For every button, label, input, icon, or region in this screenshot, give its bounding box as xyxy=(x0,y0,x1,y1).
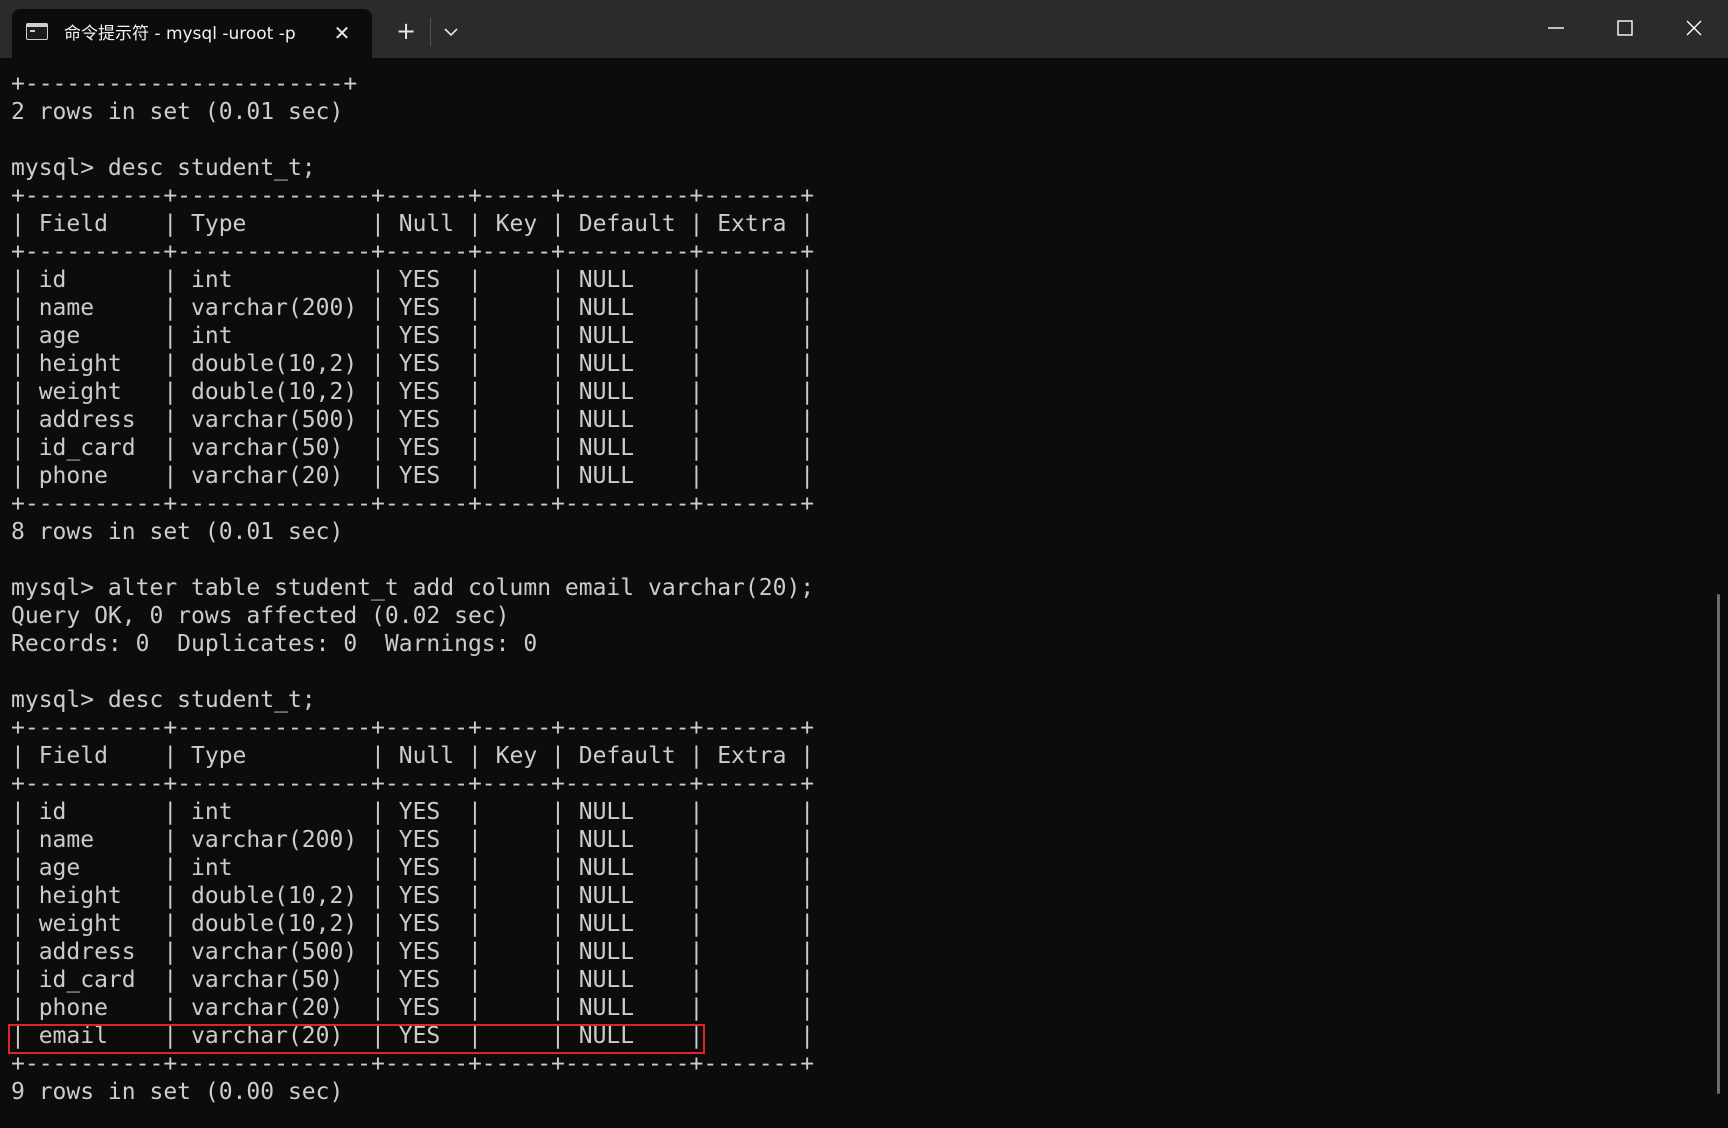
maximize-icon xyxy=(1617,20,1633,36)
console-line: +----------+--------------+------+-----+… xyxy=(11,715,815,741)
console-line: | age | int | YES | | NULL | | xyxy=(11,323,815,349)
console-line: +----------+--------------+------+-----+… xyxy=(11,239,815,265)
close-button[interactable] xyxy=(1674,8,1714,48)
tab-command-prompt[interactable]: 命令提示符 - mysql -uroot -p ✕ xyxy=(12,9,372,58)
console-line: | Field | Type | Null | Key | Default | … xyxy=(11,743,815,769)
console-line: | height | double(10,2) | YES | | NULL |… xyxy=(11,883,815,909)
console-line: +----------+--------------+------+-----+… xyxy=(11,1051,815,1077)
scrollbar[interactable] xyxy=(1717,594,1720,1094)
console-line: | weight | double(10,2) | YES | | NULL |… xyxy=(11,379,815,405)
console-line: mysql> desc student_t; xyxy=(11,687,316,713)
close-icon xyxy=(1686,20,1702,36)
console-line: | age | int | YES | | NULL | | xyxy=(11,855,815,881)
console-line: | id_card | varchar(50) | YES | | NULL |… xyxy=(11,435,815,461)
title-bar[interactable]: 命令提示符 - mysql -uroot -p ✕ + xyxy=(0,0,1728,58)
console-line: 2 rows in set (0.01 sec) xyxy=(11,99,344,125)
tab-title: 命令提示符 - mysql -uroot -p xyxy=(64,24,296,44)
console-line: +----------+--------------+------+-----+… xyxy=(11,491,815,517)
highlight-email-row xyxy=(8,1024,705,1054)
console-line: | name | varchar(200) | YES | | NULL | | xyxy=(11,827,815,853)
console-line: +----------+--------------+------+-----+… xyxy=(11,771,815,797)
console-line: | weight | double(10,2) | YES | | NULL |… xyxy=(11,911,815,937)
console-line: 9 rows in set (0.00 sec) xyxy=(11,1079,344,1105)
console-line: Records: 0 Duplicates: 0 Warnings: 0 xyxy=(11,631,538,657)
console-line: | phone | varchar(20) | YES | | NULL | | xyxy=(11,995,815,1021)
terminal-icon xyxy=(26,23,48,40)
console-line: +----------+--------------+------+-----+… xyxy=(11,183,815,209)
minimize-button[interactable] xyxy=(1536,8,1576,48)
console-line: | height | double(10,2) | YES | | NULL |… xyxy=(11,351,815,377)
console-line: mysql> alter table student_t add column … xyxy=(11,575,815,601)
console-output[interactable]: +-----------------------+ 2 rows in set (… xyxy=(11,70,1691,1120)
console-line: | address | varchar(500) | YES | | NULL … xyxy=(11,407,815,433)
tab-close-button[interactable]: ✕ xyxy=(330,21,354,45)
console-line: | id | int | YES | | NULL | | xyxy=(11,267,815,293)
console-line: Query OK, 0 rows affected (0.02 sec) xyxy=(11,603,510,629)
console-line: | name | varchar(200) | YES | | NULL | | xyxy=(11,295,815,321)
tab-dropdown-button[interactable] xyxy=(438,20,464,44)
console-line: | address | varchar(500) | YES | | NULL … xyxy=(11,939,815,965)
new-tab-button[interactable]: + xyxy=(392,17,420,45)
minimize-icon xyxy=(1548,27,1564,29)
console-line: +-----------------------+ xyxy=(11,71,358,97)
maximize-button[interactable] xyxy=(1605,8,1645,48)
console-line: | phone | varchar(20) | YES | | NULL | | xyxy=(11,463,815,489)
console-line: mysql> desc student_t; xyxy=(11,155,316,181)
console-line: | id | int | YES | | NULL | | xyxy=(11,799,815,825)
console-line: | Field | Type | Null | Key | Default | … xyxy=(11,211,815,237)
tab-divider xyxy=(430,18,431,46)
console-line: | id_card | varchar(50) | YES | | NULL |… xyxy=(11,967,815,993)
console-line: 8 rows in set (0.01 sec) xyxy=(11,519,344,545)
chevron-down-icon xyxy=(444,28,458,37)
terminal-window: 命令提示符 - mysql -uroot -p ✕ + +----------- xyxy=(0,0,1728,1128)
